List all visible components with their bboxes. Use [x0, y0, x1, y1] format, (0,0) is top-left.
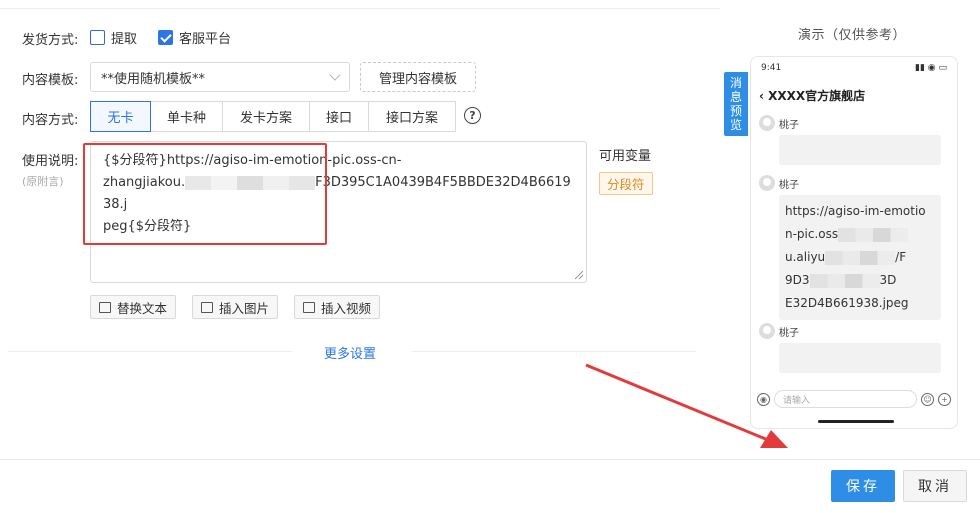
message-bubble: [779, 343, 941, 373]
message-bubble: [779, 135, 941, 165]
manage-template-button[interactable]: 管理内容模板: [360, 62, 476, 92]
chat-message: 桃子: [759, 115, 799, 131]
cancel-button[interactable]: 取消: [903, 470, 967, 502]
insert-video-button[interactable]: 插入视频: [294, 295, 381, 319]
video-icon: [303, 301, 315, 313]
image-icon: [201, 301, 213, 313]
demo-title: 演示（仅供参考）: [798, 28, 907, 43]
back-icon: ‹: [759, 89, 769, 103]
insert-video-label: 插入视频: [321, 300, 372, 316]
content-mode-label: 内容方式:: [22, 113, 79, 128]
page: 发货方式: 提取 客服平台 内容模板: **使用随机模板** 管理内容模板 内容…: [0, 0, 980, 513]
variable-chip-separator[interactable]: 分段符: [599, 172, 653, 195]
bubble-line-text: 9D3: [785, 273, 810, 287]
home-indicator: [818, 420, 894, 423]
checkbox-customer-service[interactable]: 客服平台: [158, 28, 231, 47]
insert-image-label: 插入图片: [219, 300, 270, 316]
chevron-down-icon: [329, 69, 341, 81]
status-time: 9:41: [761, 63, 782, 73]
redaction-mosaic: [838, 227, 909, 242]
chat-message: 桃子: [759, 323, 799, 339]
footer-divider: [0, 459, 980, 460]
instructions-label: 使用说明: (原附言): [22, 150, 78, 189]
sender-name: 桃子: [779, 119, 799, 131]
bubble-line-tail: /F: [895, 250, 907, 264]
tab-card-plan[interactable]: 发卡方案: [223, 101, 310, 132]
emoji-icon[interactable]: ☺: [921, 392, 934, 406]
sender-name: 桃子: [779, 179, 799, 191]
redaction-mosaic: [825, 250, 896, 265]
redaction-mosaic: [809, 273, 880, 288]
checkbox-pickup-label: 提取: [111, 32, 138, 47]
checkbox-pickup-box[interactable]: [90, 30, 105, 45]
arrow-shaft: [585, 363, 769, 442]
replace-text-button[interactable]: 替换文本: [90, 295, 177, 319]
delivery-label: 发货方式:: [22, 33, 79, 48]
resize-grip-icon[interactable]: [575, 271, 583, 279]
template-label: 内容模板:: [22, 73, 79, 88]
save-button[interactable]: 保存: [831, 470, 895, 502]
divider-left: [8, 351, 292, 352]
content-mode-tabs: 无卡 单卡种 发卡方案 接口 接口方案: [90, 101, 456, 132]
chat-message: 桃子: [759, 175, 799, 191]
chat-input-bar: ◉ 请输入 ☺ +: [757, 388, 951, 410]
divider-right: [412, 351, 696, 352]
plus-icon[interactable]: +: [938, 392, 951, 406]
message-preview-tab[interactable]: 消 息 预 览: [724, 72, 748, 136]
voice-icon[interactable]: ◉: [757, 392, 770, 406]
arrow-head: [760, 430, 788, 448]
bubble-line: https://agiso-im-emotio: [785, 204, 926, 218]
template-select[interactable]: **使用随机模板**: [90, 62, 350, 92]
template-select-value: **使用随机模板**: [101, 71, 206, 87]
side-tab-char: 预: [729, 104, 742, 118]
side-tab-char: 览: [729, 118, 742, 132]
avatar: [759, 323, 775, 339]
sender-name: 桃子: [779, 327, 799, 339]
bubble-line: 9D3 3D: [785, 269, 935, 292]
bubble-line-text: u.aliyu: [785, 250, 826, 264]
instructions-sublabel: (原附言): [22, 175, 64, 188]
instructions-label-text: 使用说明:: [22, 154, 79, 169]
more-settings-link[interactable]: 更多设置: [324, 343, 376, 362]
replace-text-icon: [99, 301, 111, 313]
bubble-line: E32D4B661938.jpeg: [785, 296, 909, 310]
side-tab-char: 消: [729, 76, 742, 90]
checkbox-customer-service-label: 客服平台: [179, 32, 232, 47]
highlight-box: [83, 143, 327, 245]
message-bubble-link: https://agiso-im-emotio n-pic.oss u.aliy…: [779, 195, 941, 320]
tab-api[interactable]: 接口: [310, 101, 369, 132]
replace-text-label: 替换文本: [117, 300, 168, 316]
insert-image-button[interactable]: 插入图片: [192, 295, 279, 319]
variables-title: 可用变量: [599, 149, 652, 164]
avatar: [759, 115, 775, 131]
checkbox-pickup[interactable]: 提取: [90, 28, 137, 47]
chat-header: ‹ XXXX官方旗舰店: [759, 87, 865, 104]
status-icons: ▮▮ ◉ ▭: [915, 63, 947, 73]
bubble-line: u.aliyu/F: [785, 246, 935, 269]
bubble-line-text: n-pic.oss: [785, 227, 839, 241]
shop-title: XXXX官方旗舰店: [768, 89, 866, 103]
bubble-line-tail: 3D: [879, 273, 897, 287]
tab-api-plan[interactable]: 接口方案: [369, 101, 456, 132]
side-tab-char: 息: [729, 90, 742, 104]
tab-single-card[interactable]: 单卡种: [151, 101, 223, 132]
chat-input[interactable]: 请输入: [774, 390, 917, 408]
avatar: [759, 175, 775, 191]
divider: [0, 8, 720, 9]
checkbox-customer-service-box[interactable]: [158, 30, 173, 45]
tab-no-card[interactable]: 无卡: [90, 101, 151, 132]
phone-preview: 9:41 ▮▮ ◉ ▭ ‹ XXXX官方旗舰店 桃子 桃子 https://ag…: [750, 56, 958, 429]
bubble-line: n-pic.oss: [785, 223, 935, 246]
help-icon[interactable]: ?: [464, 107, 481, 124]
